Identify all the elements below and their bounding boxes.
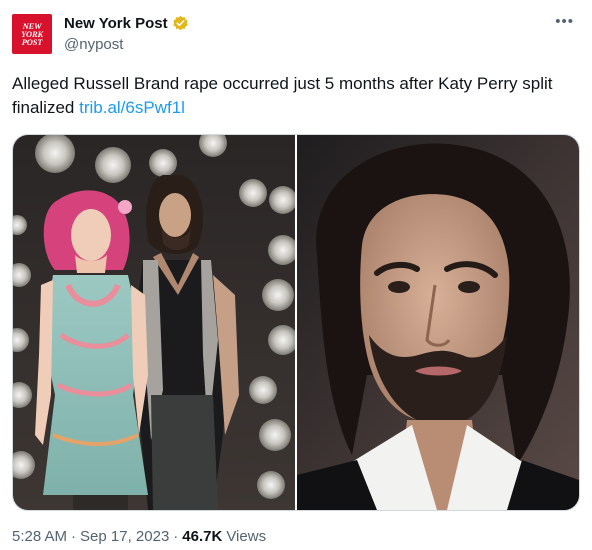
tweet-link[interactable]: trib.al/6sPwf1l [79, 98, 185, 117]
tweet-header: NEW YORK POST New York Post @nypost ••• [12, 12, 580, 58]
more-options-icon[interactable]: ••• [555, 14, 574, 29]
tweet-date[interactable]: Sep 17, 2023 [80, 528, 169, 545]
tweet-meta: 5:28 AM · Sep 17, 2023 · 46.7K Views [12, 528, 266, 545]
views-label: Views [226, 528, 267, 545]
verified-badge-icon [172, 15, 189, 32]
avatar-text-line: POST [21, 37, 43, 47]
views-count: 46.7K [182, 528, 223, 545]
name-row: New York Post [64, 15, 189, 32]
photo-katy-perry-russell-brand[interactable] [13, 135, 295, 510]
tweet[interactable]: NEW YORK POST New York Post @nypost ••• … [0, 0, 592, 550]
separator-dot: · [173, 528, 179, 545]
separator-dot: · [71, 528, 77, 545]
media-grid [12, 134, 580, 511]
photo-russell-brand-closeup[interactable] [297, 135, 579, 510]
tweet-time[interactable]: 5:28 AM [12, 528, 67, 545]
tweet-text: Alleged Russell Brand rape occurred just… [12, 72, 580, 120]
avatar[interactable]: NEW YORK POST [12, 14, 52, 54]
display-name[interactable]: New York Post [64, 15, 168, 32]
account-handle[interactable]: @nypost [64, 36, 123, 53]
